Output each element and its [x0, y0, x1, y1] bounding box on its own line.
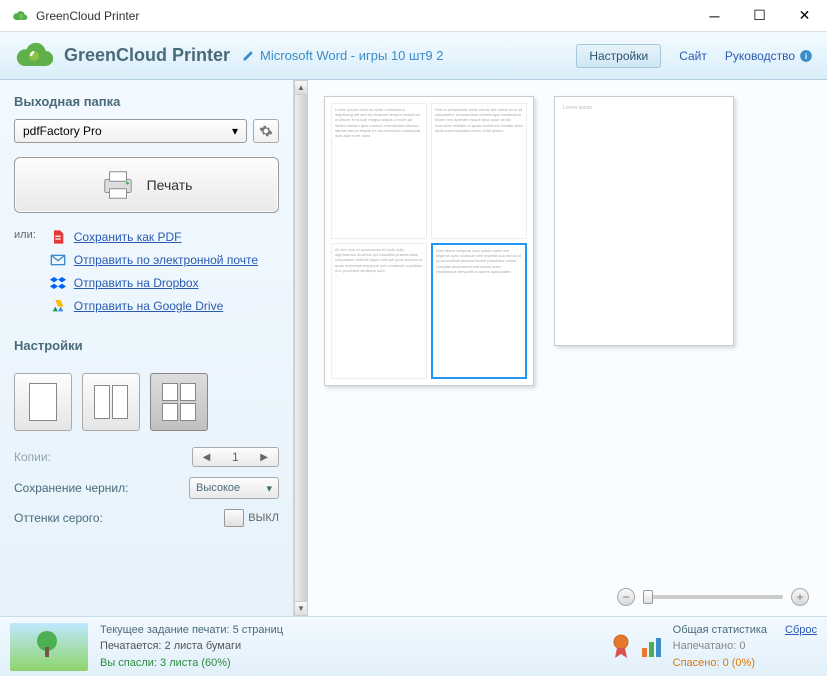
email-icon	[50, 252, 66, 268]
preview-subpage-1[interactable]: Lorem ipsum dolor sit amet consectetur a…	[331, 103, 427, 239]
send-dropbox-label: Отправить на Dropbox	[74, 276, 199, 290]
preview-subpage-3[interactable]: At vero eos et accusamus et iusto odio d…	[331, 243, 427, 379]
scroll-up-button[interactable]: ▲	[295, 81, 307, 95]
send-dropbox-link[interactable]: Отправить на Dropbox	[50, 275, 258, 291]
current-job-label: Текущее задание печати: 5 страниц	[100, 622, 599, 639]
status-image	[10, 623, 88, 671]
print-button[interactable]: Печать	[14, 157, 279, 213]
printer-select[interactable]: pdfFactory Pro ▾	[14, 119, 247, 143]
send-email-label: Отправить по электронной почте	[74, 253, 258, 267]
copies-increment[interactable]: ▶	[256, 452, 272, 463]
document-title[interactable]: Microsoft Word - игры 10 шт9 2	[242, 48, 568, 63]
layout-4up[interactable]	[150, 373, 208, 431]
output-folder-heading: Выходная папка	[14, 94, 279, 109]
zoom-in-button[interactable]: +	[791, 588, 809, 606]
copies-label: Копии:	[14, 450, 51, 464]
preview-subpage-2[interactable]: Sed ut perspiciatis unde omnis iste natu…	[431, 103, 527, 239]
printer-settings-button[interactable]	[253, 119, 279, 143]
statusbar: Текущее задание печати: 5 страниц Печата…	[0, 616, 827, 676]
sidebar: Выходная папка pdfFactory Pro ▾ Печать и…	[0, 80, 294, 616]
maximize-button[interactable]: ☐	[737, 0, 782, 32]
window-title: GreenCloud Printer	[36, 9, 692, 23]
guide-link-text: Руководство	[725, 49, 795, 63]
save-links: Сохранить как PDF Отправить по электронн…	[50, 229, 258, 314]
app-icon	[12, 8, 28, 24]
layout-1up[interactable]	[14, 373, 72, 431]
minimize-button[interactable]: ─	[692, 0, 737, 32]
gdrive-icon	[50, 298, 66, 314]
settings-button[interactable]: Настройки	[576, 44, 661, 68]
printing-label: Печатается: 2 листа бумаги	[100, 638, 599, 655]
preview-area: ▲ ▼ Lorem ipsum dolor sit amet consectet…	[294, 80, 827, 616]
grayscale-toggle[interactable]: ВЫКЛ	[224, 509, 279, 527]
ink-select[interactable]: Высокое ▾	[189, 477, 279, 499]
gear-icon	[259, 124, 273, 138]
zoom-slider[interactable]	[643, 595, 783, 599]
copies-value: 1	[220, 450, 250, 464]
spared-label: Спасено: 0 (0%)	[673, 655, 817, 672]
chevron-down-icon: ▾	[266, 482, 272, 495]
ink-label: Сохранение чернил:	[14, 481, 128, 495]
svg-text:i: i	[805, 51, 807, 60]
printer-icon	[101, 168, 135, 202]
print-button-label: Печать	[147, 177, 193, 193]
layout-options	[14, 373, 279, 431]
logo-icon	[14, 40, 54, 72]
titlebar: GreenCloud Printer ─ ☐ ✕	[0, 0, 827, 32]
pencil-icon	[242, 50, 254, 62]
preview-subpage-4-selected[interactable]: Nam libero tempore cum soluta nobis est …	[431, 243, 527, 379]
guide-link[interactable]: Руководство i	[725, 49, 813, 63]
save-pdf-link[interactable]: Сохранить как PDF	[50, 229, 258, 245]
medal-icon	[611, 634, 631, 660]
save-pdf-label: Сохранить как PDF	[74, 230, 182, 244]
pdf-icon	[50, 229, 66, 245]
send-email-link[interactable]: Отправить по электронной почте	[50, 252, 258, 268]
grayscale-label: Оттенки серого:	[14, 511, 103, 525]
ink-value: Высокое	[196, 482, 240, 494]
copies-stepper[interactable]: ◀ 1 ▶	[192, 447, 279, 467]
send-gdrive-label: Отправить на Google Drive	[74, 299, 224, 313]
header: GreenCloud Printer Microsoft Word - игры…	[0, 32, 827, 80]
tree-icon	[32, 629, 62, 659]
toggle-label: ВЫКЛ	[248, 512, 279, 524]
stats-block: Общая статистика Сброс Напечатано: 0 Спас…	[611, 622, 817, 672]
window-controls: ─ ☐ ✕	[692, 0, 827, 32]
dropbox-icon	[50, 275, 66, 291]
saved-label: Вы спасли: 3 листа (60%)	[100, 655, 599, 672]
or-label: или:	[14, 229, 36, 332]
preview-sheet-1[interactable]: Lorem ipsum dolor sit amet consectetur a…	[324, 96, 534, 386]
bars-icon	[641, 636, 663, 658]
vertical-scrollbar[interactable]: ▲ ▼	[294, 80, 308, 616]
printer-select-value: pdfFactory Pro	[23, 124, 102, 138]
preview-sheet-2[interactable]: Lorem ipsum	[554, 96, 734, 346]
scroll-down-button[interactable]: ▼	[295, 601, 307, 615]
body: Выходная папка pdfFactory Pro ▾ Печать и…	[0, 80, 827, 616]
close-button[interactable]: ✕	[782, 0, 827, 32]
scroll-thumb[interactable]	[295, 95, 307, 601]
toggle-switch	[224, 509, 244, 527]
app-name: GreenCloud Printer	[64, 45, 230, 66]
printed-label: Напечатано: 0	[673, 638, 817, 655]
status-text: Текущее задание печати: 5 страниц Печата…	[100, 622, 599, 672]
info-icon: i	[799, 49, 813, 63]
zoom-out-button[interactable]: −	[617, 588, 635, 606]
settings-heading: Настройки	[14, 338, 279, 353]
send-gdrive-link[interactable]: Отправить на Google Drive	[50, 298, 258, 314]
document-title-text: Microsoft Word - игры 10 шт9 2	[260, 48, 443, 63]
zoom-thumb[interactable]	[643, 590, 653, 604]
copies-decrement[interactable]: ◀	[199, 452, 215, 463]
layout-2up[interactable]	[82, 373, 140, 431]
stats-heading: Общая статистика	[673, 622, 767, 639]
site-link[interactable]: Сайт	[679, 49, 707, 63]
chevron-down-icon: ▾	[232, 124, 238, 138]
zoom-control: − +	[617, 588, 809, 606]
reset-link[interactable]: Сброс	[785, 624, 817, 636]
